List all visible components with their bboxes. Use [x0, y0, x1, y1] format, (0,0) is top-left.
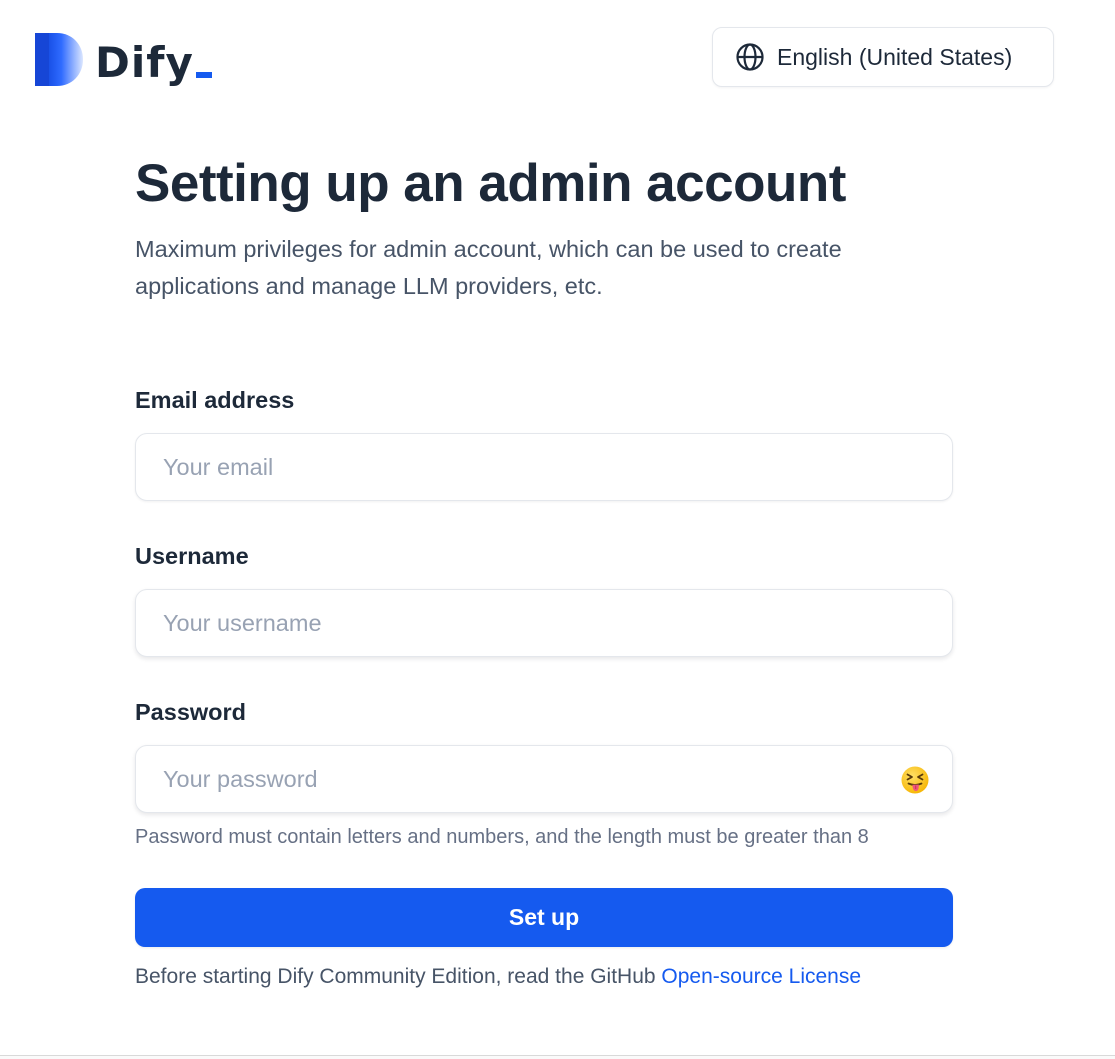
page-title: Setting up an admin account: [135, 154, 846, 213]
email-field-group: Email address: [135, 385, 953, 501]
password-field-group: Password Password must contain letters a…: [135, 697, 953, 852]
password-input-wrapper: [135, 745, 953, 813]
username-input[interactable]: [136, 590, 952, 656]
dify-logo: Dify: [35, 30, 212, 86]
license-note: Before starting Dify Community Edition, …: [135, 962, 953, 992]
password-label: Password: [135, 699, 247, 725]
logo-text: Dify: [95, 38, 194, 87]
open-source-license-link[interactable]: Open-source License: [661, 965, 861, 988]
bottom-divider: [0, 1055, 1115, 1059]
show-password-toggle-icon[interactable]: [900, 765, 930, 795]
email-input[interactable]: [136, 434, 952, 500]
logo-underscore: [195, 72, 212, 78]
setup-button[interactable]: Set up: [135, 888, 953, 947]
page-subtitle: Maximum privileges for admin account, wh…: [135, 236, 842, 299]
username-label: Username: [135, 543, 249, 569]
username-field-group: Username: [135, 541, 953, 657]
license-note-text: Before starting Dify Community Edition, …: [135, 965, 662, 988]
username-input-wrapper: [135, 589, 953, 657]
password-input[interactable]: [136, 746, 952, 812]
password-hint: Password must contain letters and number…: [135, 826, 869, 848]
email-input-wrapper: [135, 433, 953, 501]
email-label: Email address: [135, 387, 295, 413]
setup-form: Setting up an admin account Maximum priv…: [135, 150, 953, 992]
language-label: English (United States): [777, 43, 1013, 70]
setup-page: Dify English (United States) Setting up …: [0, 0, 1115, 1059]
submit-row: Set up: [135, 888, 953, 947]
language-select[interactable]: English (United States): [712, 27, 1054, 87]
dify-logo-mark-icon: [35, 33, 83, 86]
globe-icon: [736, 43, 764, 71]
